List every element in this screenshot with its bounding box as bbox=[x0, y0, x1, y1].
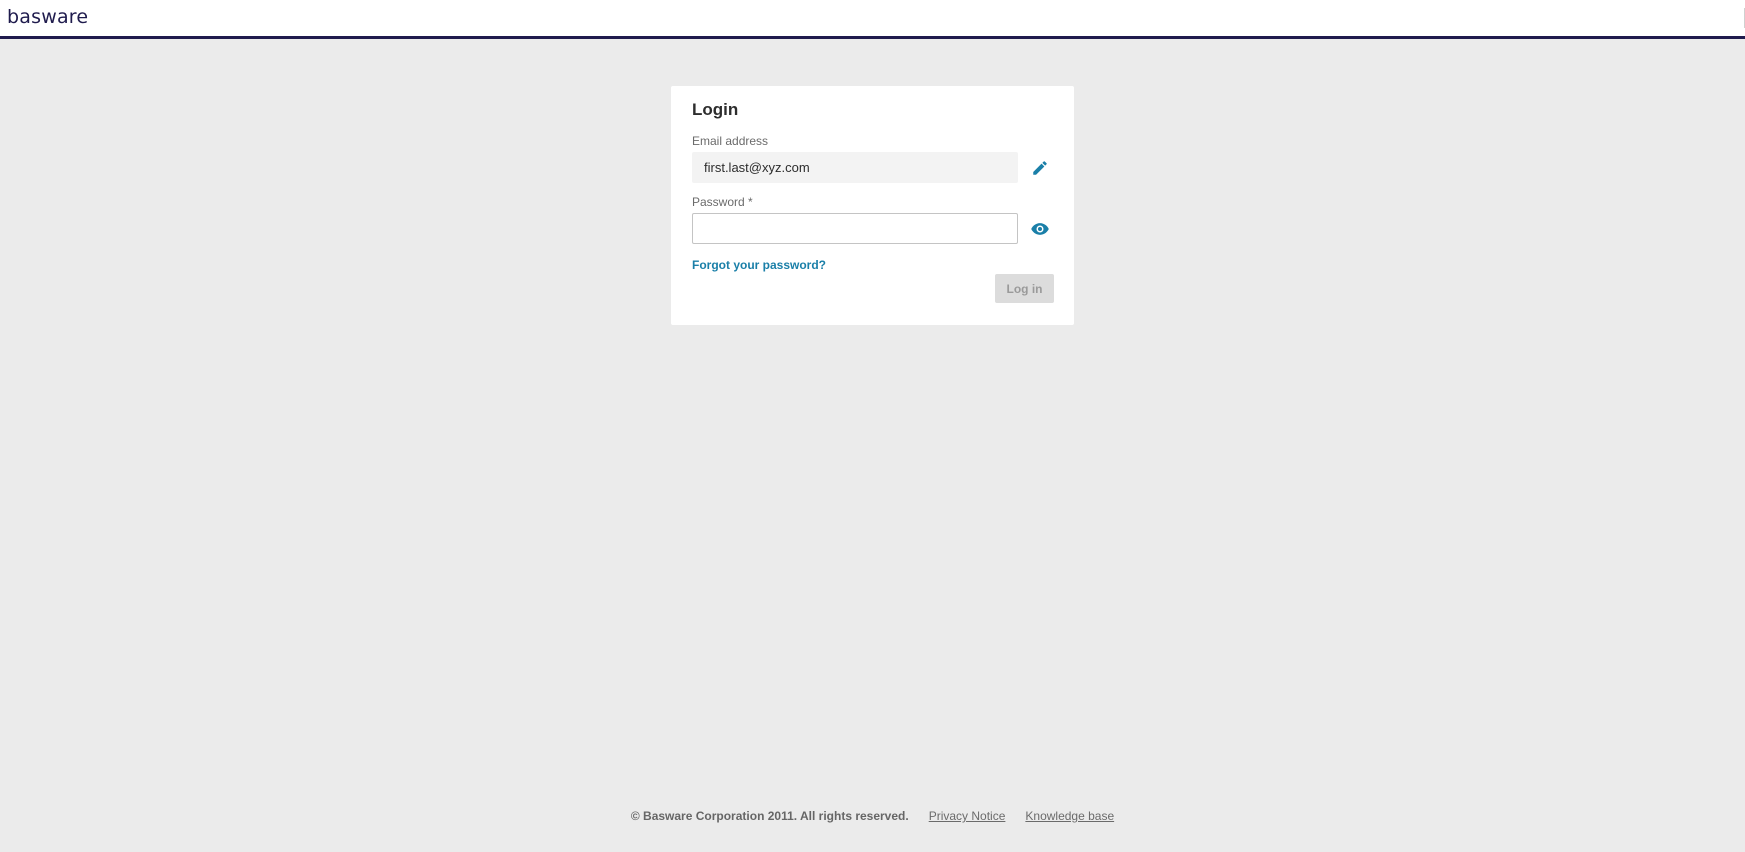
page-title: Login bbox=[692, 100, 739, 119]
footer: © Basware Corporation 2011. All rights r… bbox=[0, 809, 1745, 823]
eye-icon[interactable] bbox=[1029, 218, 1051, 240]
password-label: Password * bbox=[692, 195, 753, 209]
email-field[interactable] bbox=[692, 152, 1018, 183]
forgot-password-link[interactable]: Forgot your password? bbox=[692, 258, 826, 272]
footer-copyright: © Basware Corporation 2011. All rights r… bbox=[630, 809, 909, 823]
password-field[interactable] bbox=[692, 213, 1018, 244]
top-bar: basware bbox=[0, 0, 1745, 39]
basware-logo[interactable]: basware bbox=[7, 6, 88, 28]
email-label: Email address bbox=[692, 134, 769, 148]
privacy-notice-link[interactable]: Privacy Notice bbox=[929, 809, 1006, 823]
login-card: Login Email address Password * Forgot yo… bbox=[671, 86, 1074, 325]
knowledge-base-link[interactable]: Knowledge base bbox=[1025, 809, 1114, 823]
login-button[interactable]: Log in bbox=[995, 274, 1054, 303]
pencil-icon[interactable] bbox=[1029, 157, 1051, 179]
